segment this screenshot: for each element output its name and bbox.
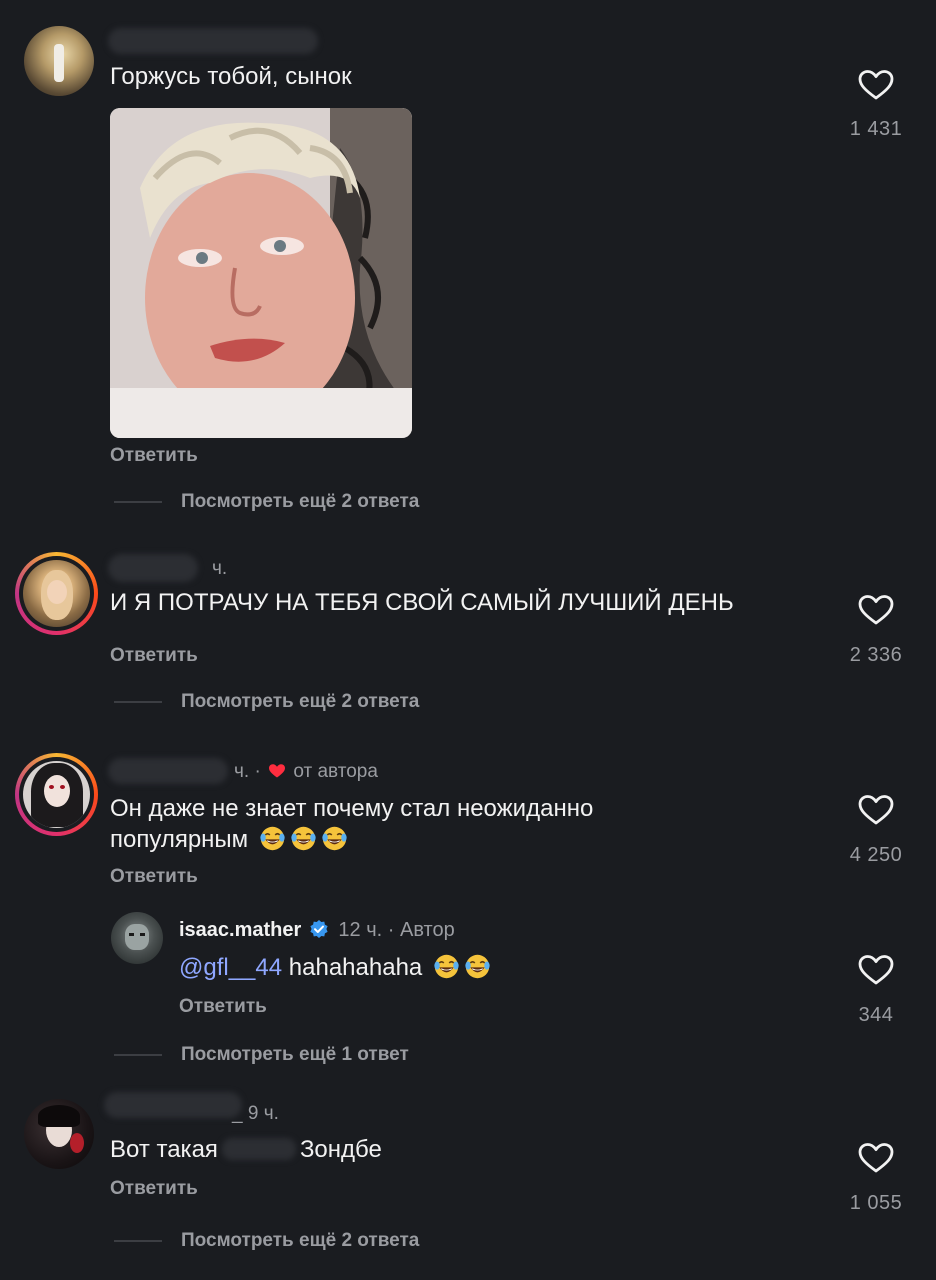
view-more-replies[interactable]: Посмотреть ещё 2 ответа [181,1230,419,1252]
avatar[interactable] [15,552,98,635]
comment-text-line2: популярным [110,824,348,855]
reply-button[interactable]: Ответить [179,996,267,1018]
author-liked-heart-icon [269,764,286,778]
reply-button[interactable]: Ответить [110,445,198,467]
avatar[interactable] [24,26,94,96]
comment-time: ч. · [234,761,261,782]
comment-text: И Я ПОТРАЧУ НА ТЕБЯ СВОЙ САМЫЙ ЛУЧШИЙ ДЕ… [110,589,734,616]
comment-image[interactable] [110,108,412,438]
reply-header: isaac.mather 12 ч. · Автор [179,919,455,942]
comment-text-line1: Он даже не знает почему стал неожиданно [110,795,594,822]
username-hidden [104,1092,242,1118]
view-more-replies[interactable]: Посмотреть ещё 2 ответа [181,691,419,713]
like-count: 344 [858,1004,894,1026]
comment-time: _ 9 ч. [232,1103,279,1124]
like-heart-icon[interactable] [858,594,894,626]
laughing-emoji-icon [464,953,491,980]
divider-line [114,1240,162,1242]
reply-text-row: @gfl__44 hahahahaha [179,952,491,983]
laughing-emoji-icon [321,825,348,852]
avatar[interactable] [24,1099,94,1169]
like-count: 1 055 [849,1192,903,1214]
comment-text: Горжусь тобой, сынок [110,63,352,90]
view-more-replies[interactable]: Посмотреть ещё 2 ответа [181,491,419,513]
reply-username[interactable]: isaac.mather [179,919,301,941]
reply-time: 12 ч. [338,919,383,941]
avatar[interactable] [15,753,98,836]
username-hidden [108,758,228,784]
comment-text-start: Вот такая [110,1136,218,1163]
like-heart-icon[interactable] [858,1142,894,1174]
reply-button[interactable]: Ответить [110,1178,198,1200]
comment-text-end: Зондбе [299,1136,382,1163]
divider-line [114,1054,162,1056]
comment-time: ч. [212,558,228,579]
like-heart-icon[interactable] [858,794,894,826]
verified-badge-icon [310,920,328,938]
reply-text: hahahahaha [288,954,423,981]
like-heart-icon[interactable] [858,954,894,986]
like-count: 2 336 [849,644,903,666]
comment-meta: ч. · от автора [234,761,378,783]
reply-button[interactable]: Ответить [110,645,198,667]
username-hidden [108,554,198,582]
laughing-emoji-icon [433,953,460,980]
divider-line [114,501,162,503]
comment-text-row: Вот такая Зондбе [110,1134,382,1165]
like-heart-icon[interactable] [858,69,894,101]
author-tag: · Автор [387,919,455,941]
redacted-word [221,1138,296,1160]
reply-avatar[interactable] [111,912,163,964]
comment-text: популярным [110,826,249,853]
reply-button[interactable]: Ответить [110,866,198,888]
view-more-replies[interactable]: Посмотреть ещё 1 ответ [181,1044,409,1066]
divider-line [114,701,162,703]
author-liked-label: от автора [293,761,378,782]
laughing-emoji-icon [259,825,286,852]
laughing-emoji-icon [290,825,317,852]
username-hidden [108,28,318,54]
like-count: 4 250 [849,844,903,866]
mention-link[interactable]: @gfl__44 [179,954,282,981]
like-count: 1 431 [849,118,903,140]
